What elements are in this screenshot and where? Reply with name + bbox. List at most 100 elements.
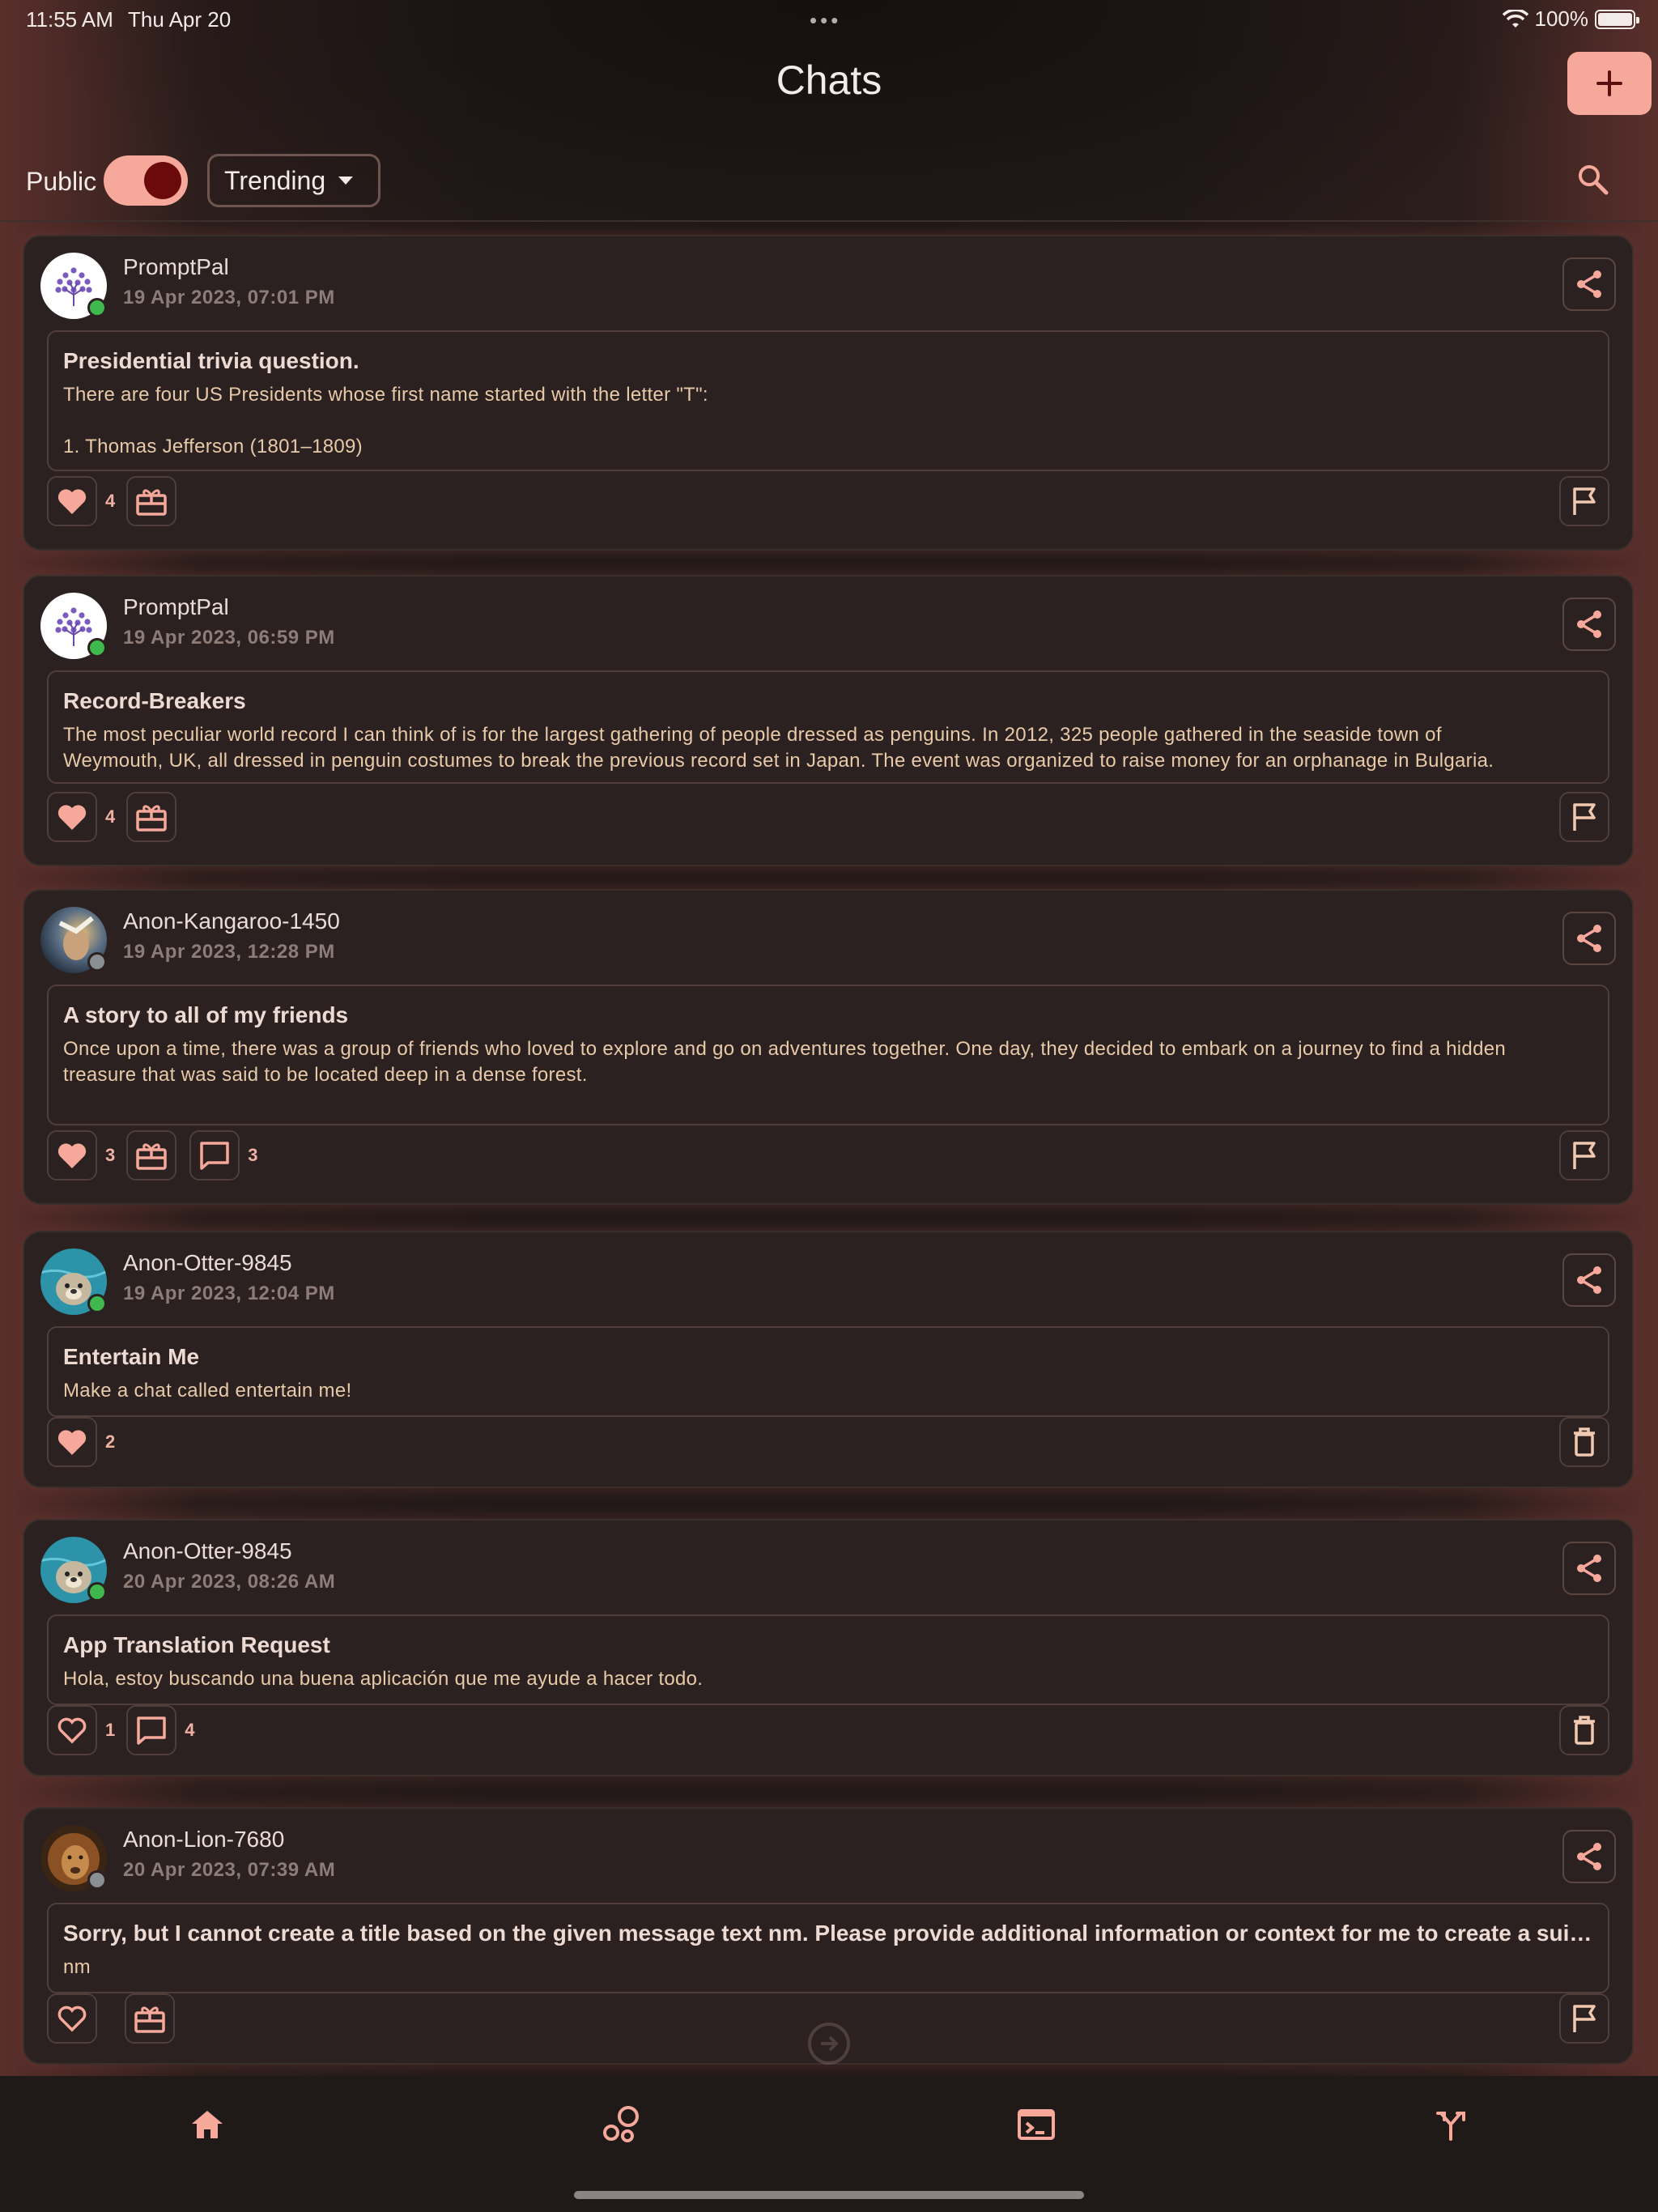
delete-button[interactable] [1559, 1705, 1609, 1755]
chat-username[interactable]: Anon-Otter-9845 [123, 1538, 292, 1564]
page-title: Chats [776, 57, 882, 103]
flag-icon [1573, 803, 1596, 831]
report-button[interactable] [1559, 792, 1609, 842]
nav-terminal[interactable] [1012, 2100, 1061, 2149]
multitask-dots-icon[interactable]: ••• [810, 8, 841, 33]
scroll-arrow-icon [808, 2023, 850, 2065]
new-chat-button[interactable] [1567, 52, 1652, 115]
chat-username[interactable]: Anon-Kangaroo-1450 [123, 908, 340, 934]
public-label: Public [26, 167, 97, 196]
like-button[interactable] [47, 1417, 97, 1467]
chat-timestamp: 20 Apr 2023, 08:26 AM [123, 1571, 336, 1593]
avatar[interactable] [40, 1825, 107, 1891]
avatar[interactable] [40, 253, 107, 319]
chat-body: Hola, estoy buscando una buena aplicació… [63, 1668, 704, 1690]
share-icon [1577, 610, 1601, 638]
chat-timestamp: 19 Apr 2023, 07:01 PM [123, 287, 335, 308]
chat-username[interactable]: PromptPal [123, 594, 229, 620]
nav-bubbles[interactable] [597, 2100, 646, 2149]
chat-actions [47, 1993, 188, 2044]
chat-preview[interactable]: Record-Breakers The most peculiar world … [47, 670, 1609, 784]
gift-button[interactable] [126, 1130, 177, 1180]
chat-card[interactable]: Anon-Otter-9845 20 Apr 2023, 08:26 AM Ap… [23, 1519, 1634, 1776]
share-icon [1577, 1555, 1601, 1582]
battery-icon [1595, 9, 1639, 29]
chat-username[interactable]: Anon-Lion-7680 [123, 1827, 284, 1853]
chat-actions: 4 [47, 792, 189, 842]
chat-username[interactable]: Anon-Otter-9845 [123, 1250, 292, 1276]
search-button[interactable] [1575, 162, 1611, 198]
filter-bar: Public Trending [0, 152, 1658, 215]
chat-actions: 14 [47, 1705, 206, 1755]
chat-card[interactable]: Anon-Kangaroo-1450 19 Apr 2023, 12:28 PM… [23, 889, 1634, 1205]
share-button[interactable] [1562, 598, 1616, 651]
like-button[interactable] [47, 476, 97, 526]
avatar[interactable] [40, 907, 107, 973]
presence-indicator [87, 298, 107, 317]
avatar[interactable] [40, 1537, 107, 1603]
presence-indicator [87, 1870, 107, 1890]
gift-button[interactable] [126, 792, 177, 842]
chat-card[interactable]: PromptPal 19 Apr 2023, 06:59 PM Record-B… [23, 575, 1634, 866]
chat-card[interactable]: PromptPal 19 Apr 2023, 07:01 PM Presiden… [23, 235, 1634, 551]
nav-fork[interactable] [1426, 2100, 1475, 2149]
like-button[interactable] [47, 1993, 97, 2044]
chat-actions: 33 [47, 1130, 270, 1180]
avatar[interactable] [40, 593, 107, 659]
share-button[interactable] [1562, 912, 1616, 965]
chat-title: Entertain Me [63, 1344, 200, 1369]
toggle-knob [144, 162, 181, 199]
chat-preview[interactable]: Presidential trivia question. There are … [47, 330, 1609, 471]
chat-preview[interactable]: Sorry, but I cannot create a title based… [47, 1903, 1609, 1993]
presence-indicator [87, 1582, 107, 1602]
chat-title: Record-Breakers [63, 688, 246, 713]
heart-icon [57, 1143, 87, 1168]
home-indicator[interactable] [574, 2191, 1084, 2199]
heart-icon [57, 489, 87, 514]
gift-button[interactable] [126, 476, 177, 526]
comment-icon [200, 1142, 229, 1170]
chat-title: Sorry, but I cannot create a title based… [63, 1921, 1593, 1946]
share-button[interactable] [1562, 1253, 1616, 1307]
nav-home[interactable] [183, 2100, 232, 2149]
heart-outline-icon [57, 1717, 87, 1744]
comment-button[interactable] [126, 1705, 177, 1755]
gift-icon [136, 805, 167, 832]
like-button[interactable] [47, 1705, 97, 1755]
share-button[interactable] [1562, 1830, 1616, 1883]
comment-button[interactable] [189, 1130, 240, 1180]
chat-title: Presidential trivia question. [63, 348, 359, 373]
chat-body: nm [63, 1956, 91, 1978]
flag-icon [1573, 2005, 1596, 2032]
report-button[interactable] [1559, 476, 1609, 526]
chat-username[interactable]: PromptPal [123, 254, 229, 280]
chat-preview[interactable]: A story to all of my friends Once upon a… [47, 985, 1609, 1125]
presence-indicator [87, 1294, 107, 1313]
chat-body: There are four US Presidents whose first… [63, 384, 708, 457]
delete-button[interactable] [1559, 1417, 1609, 1467]
plus-icon [1596, 70, 1622, 96]
chat-card[interactable]: Anon-Otter-9845 19 Apr 2023, 12:04 PM En… [23, 1231, 1634, 1488]
report-button[interactable] [1559, 1130, 1609, 1180]
like-button[interactable] [47, 1130, 97, 1180]
avatar[interactable] [40, 1249, 107, 1315]
like-count: 4 [105, 491, 116, 511]
share-button[interactable] [1562, 257, 1616, 311]
sort-dropdown[interactable]: Trending [207, 154, 380, 207]
sort-dropdown-value: Trending [224, 165, 326, 195]
like-button[interactable] [47, 792, 97, 842]
like-count: 1 [105, 1720, 116, 1740]
chat-preview[interactable]: App Translation Request Hola, estoy busc… [47, 1614, 1609, 1705]
heart-icon [57, 805, 87, 830]
chat-title: App Translation Request [63, 1632, 330, 1657]
bubbles-icon [603, 2106, 639, 2142]
header-divider [0, 220, 1658, 222]
chat-title: A story to all of my friends [63, 1002, 349, 1027]
chat-body: The most peculiar world record I can thi… [63, 724, 1494, 772]
report-button[interactable] [1559, 1993, 1609, 2044]
gift-button[interactable] [125, 1993, 175, 2044]
chat-preview[interactable]: Entertain Me Make a chat called entertai… [47, 1326, 1609, 1417]
share-button[interactable] [1562, 1542, 1616, 1595]
gift-icon [136, 489, 167, 516]
public-toggle[interactable] [104, 155, 188, 206]
